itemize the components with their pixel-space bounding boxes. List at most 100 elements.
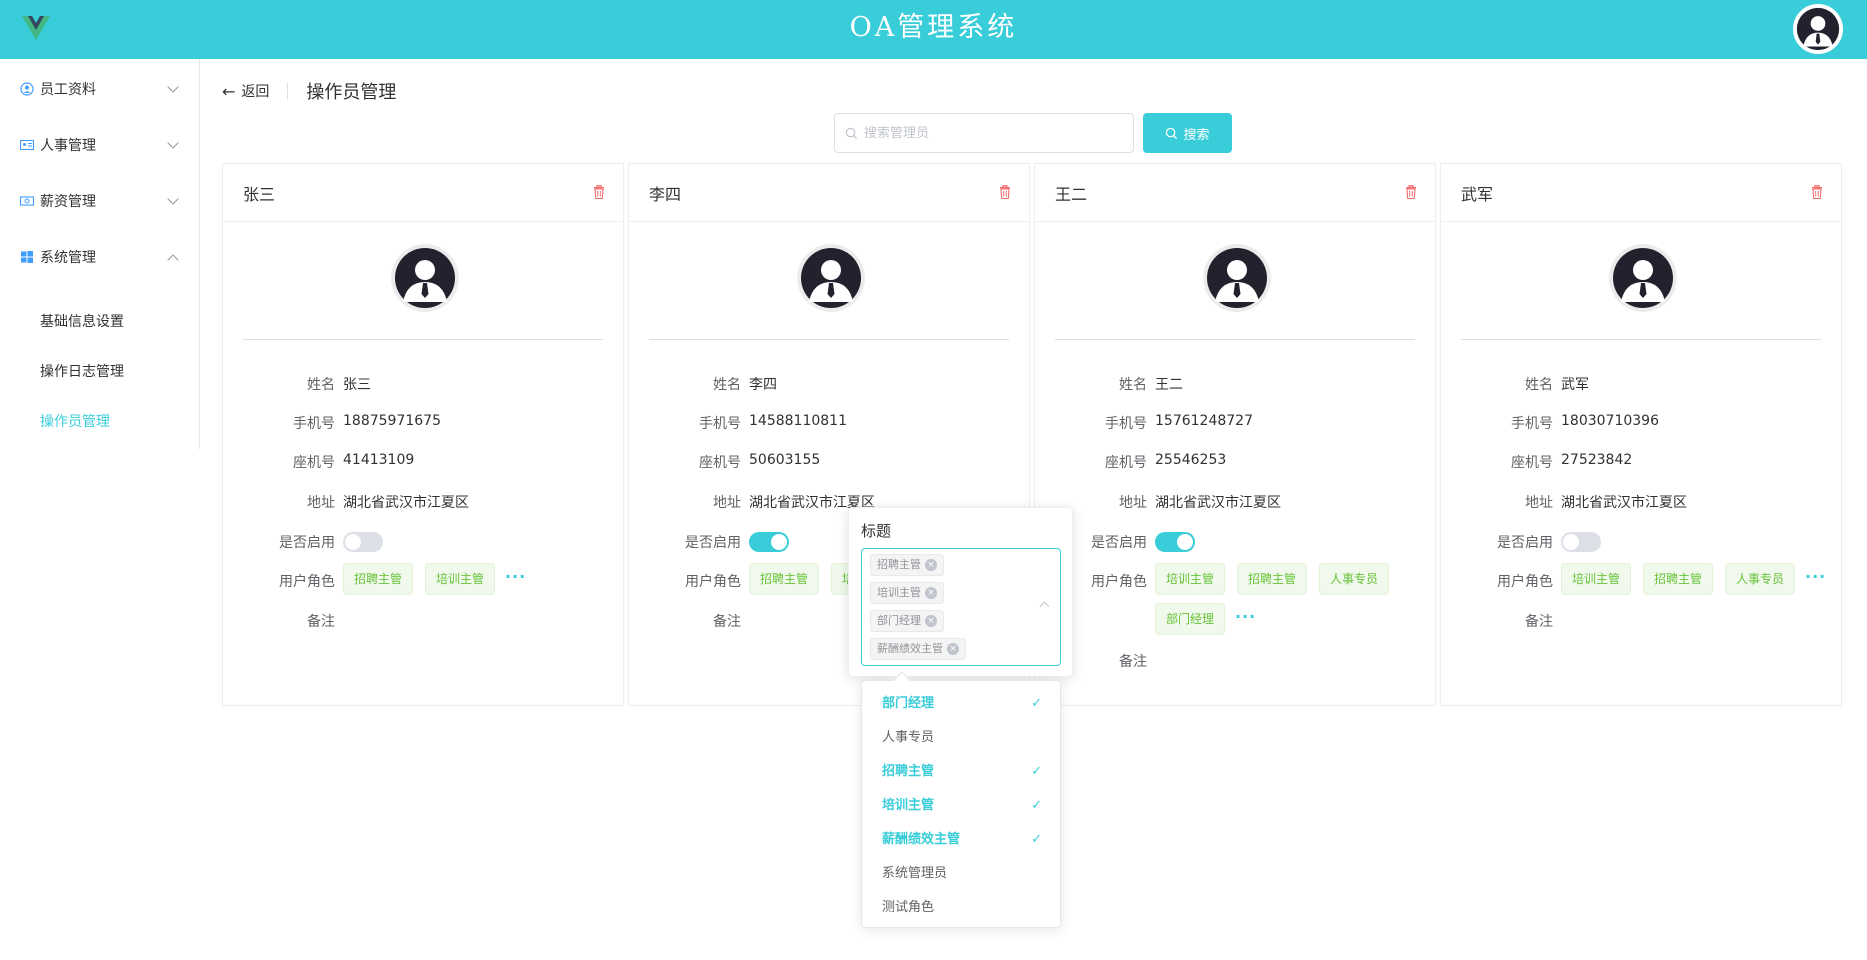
field-value-phone: 18875971675 — [343, 413, 441, 429]
field-value-tel: 27523842 — [1561, 452, 1633, 468]
dropdown-option[interactable]: 培训主管 ✓ — [862, 789, 1060, 823]
card-title-text: 王二 — [1055, 184, 1088, 204]
field-label-address: 地址 — [307, 495, 335, 511]
sidebar: 员工资料 人事管理 薪资管理 系统管理 基础信息设置 操作日志管理 操作员管理 — [0, 59, 200, 449]
person-avatar-icon — [391, 244, 459, 312]
operator-card: 王二 姓名 王二 手机号 15761248727 座机号 25546253 地址 湖北省武汉市江… — [1034, 163, 1436, 706]
field-value-name: 张三 — [343, 377, 371, 393]
chevron-down-icon — [167, 81, 179, 93]
option-label: 测试角色 — [882, 900, 935, 915]
role-multi-select[interactable]: 招聘主管 × 培训主管 × 部门经理 × 薪酬绩效主管 × — [861, 548, 1061, 666]
field-label-remark: 备注 — [1525, 614, 1553, 630]
sidebar-item-label: 薪资管理 — [40, 194, 96, 210]
delete-icon[interactable] — [1811, 184, 1823, 200]
sidebar-item-salary[interactable]: 薪资管理 — [0, 173, 199, 229]
divider — [1055, 339, 1415, 340]
money-icon — [20, 196, 34, 206]
back-button[interactable]: ← 返回 — [222, 81, 269, 101]
dropdown-option[interactable]: 测试角色 — [862, 891, 1060, 925]
sidebar-item-employee-info[interactable]: 员工资料 — [0, 61, 199, 117]
dropdown-option[interactable]: 招聘主管 ✓ — [862, 755, 1060, 789]
more-roles-button[interactable]: ··· — [1235, 607, 1256, 626]
search-box — [834, 113, 1134, 153]
sidebar-item-system[interactable]: 系统管理 — [0, 229, 199, 285]
option-label: 招聘主管 — [882, 764, 935, 779]
person-avatar-icon — [1796, 7, 1840, 51]
close-icon[interactable]: × — [925, 615, 937, 627]
field-label-remark: 备注 — [713, 614, 741, 630]
search-input[interactable] — [864, 125, 1124, 141]
delete-icon[interactable] — [999, 184, 1011, 200]
more-roles-button[interactable]: ··· — [1805, 567, 1826, 586]
sidebar-item-label: 员工资料 — [40, 82, 96, 98]
role-tag: 培训主管 — [425, 563, 496, 595]
card-title-text: 张三 — [243, 184, 276, 204]
selected-role-tag: 招聘主管 × — [870, 554, 944, 576]
operator-avatar — [1609, 244, 1677, 312]
search-button[interactable]: 搜索 — [1143, 113, 1232, 153]
more-roles-button[interactable]: ··· — [505, 567, 526, 586]
sidebar-item-label: 系统管理 — [40, 250, 96, 266]
dropdown-option[interactable]: 薪酬绩效主管 ✓ — [862, 823, 1060, 857]
enabled-switch[interactable] — [343, 532, 383, 552]
sidebar-subitem-operation-log[interactable]: 操作日志管理 — [0, 346, 199, 396]
option-label: 薪酬绩效主管 — [882, 832, 961, 847]
switch-knob — [1563, 534, 1579, 550]
sidebar-subitem-label: 基础信息设置 — [40, 314, 124, 330]
role-tag: 培训主管 — [1155, 563, 1226, 595]
field-label-name: 姓名 — [307, 377, 335, 393]
user-avatar[interactable] — [1793, 4, 1843, 54]
delete-icon[interactable] — [593, 184, 605, 200]
dropdown-option[interactable]: 系统管理员 — [862, 857, 1060, 891]
option-label: 系统管理员 — [882, 866, 948, 881]
chevron-down-icon — [167, 137, 179, 149]
chevron-up-icon — [1039, 601, 1050, 612]
delete-icon[interactable] — [1405, 184, 1417, 200]
dropdown-option[interactable]: 部门经理 ✓ — [862, 687, 1060, 721]
field-label-tel: 座机号 — [1511, 455, 1553, 471]
enabled-switch[interactable] — [749, 532, 789, 552]
field-label-enabled: 是否启用 — [279, 535, 335, 551]
field-label-enabled: 是否启用 — [1497, 535, 1553, 551]
enabled-switch[interactable] — [1155, 532, 1195, 552]
field-label-address: 地址 — [1525, 495, 1553, 511]
selected-role-tag: 薪酬绩效主管 × — [870, 638, 966, 660]
field-value-name: 武军 — [1561, 377, 1589, 393]
close-icon[interactable]: × — [947, 643, 959, 655]
field-label-roles: 用户角色 — [1497, 574, 1553, 590]
card-title: 武军 — [1441, 164, 1841, 222]
option-label: 部门经理 — [882, 696, 935, 711]
sidebar-subitem-basic-settings[interactable]: 基础信息设置 — [0, 296, 199, 346]
sidebar-item-hr[interactable]: 人事管理 — [0, 117, 199, 173]
check-icon: ✓ — [1031, 832, 1042, 847]
role-tag: 招聘主管 — [343, 563, 414, 595]
switch-knob — [345, 534, 361, 550]
operator-avatar — [797, 244, 865, 312]
field-value-tel: 25546253 — [1155, 452, 1227, 468]
field-label-phone: 手机号 — [699, 416, 741, 432]
field-label-tel: 座机号 — [1105, 455, 1147, 471]
selected-role-tag: 培训主管 × — [870, 582, 944, 604]
field-value-phone: 15761248727 — [1155, 413, 1253, 429]
search-icon — [1166, 127, 1178, 139]
divider — [649, 339, 1009, 340]
id-card-icon — [20, 139, 34, 151]
user-circle-icon — [20, 82, 34, 96]
sidebar-subitem-operator-mgmt[interactable]: 操作员管理 — [0, 396, 199, 446]
search-icon — [845, 127, 858, 139]
selected-role-tag: 部门经理 × — [870, 610, 944, 632]
dropdown-option[interactable]: 人事专员 — [862, 721, 1060, 755]
field-value-name: 李四 — [749, 377, 777, 393]
role-tag: 人事专员 — [1319, 563, 1390, 595]
role-tag: 培训主管 — [1561, 563, 1632, 595]
close-icon[interactable]: × — [925, 587, 937, 599]
role-tag: 招聘主管 — [1237, 563, 1308, 595]
field-label-name: 姓名 — [1525, 377, 1553, 393]
search-button-label: 搜索 — [1183, 127, 1210, 143]
top-header: OA管理系统 — [0, 0, 1867, 59]
field-label-phone: 手机号 — [293, 416, 335, 432]
card-title-text: 李四 — [649, 184, 682, 204]
option-label: 培训主管 — [882, 798, 935, 813]
enabled-switch[interactable] — [1561, 532, 1601, 552]
close-icon[interactable]: × — [925, 559, 937, 571]
